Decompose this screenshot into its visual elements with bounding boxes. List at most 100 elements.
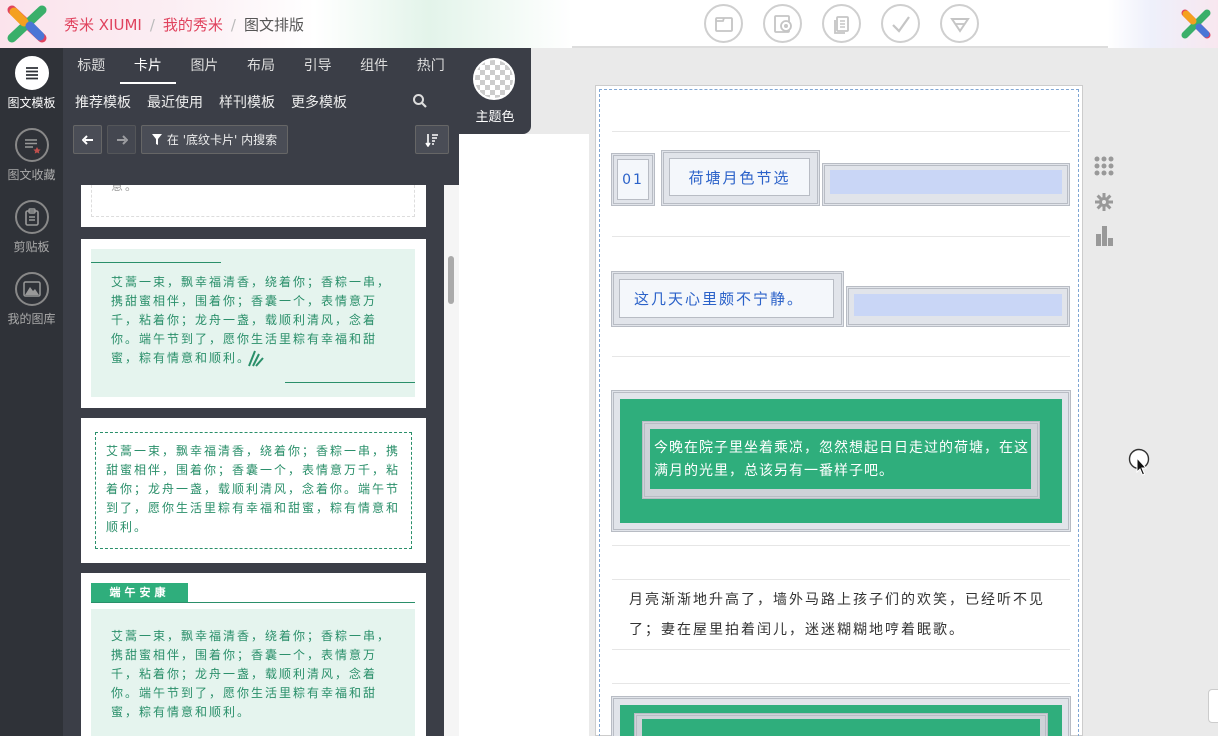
card-line [91, 602, 415, 603]
filter-search-button[interactable]: 在 '底纹卡片' 内搜索 [141, 125, 288, 154]
mouse-cursor-icon [1128, 448, 1150, 476]
back-button[interactable] [73, 125, 102, 154]
breadcrumb-separator: / [149, 15, 155, 34]
check-icon[interactable] [881, 4, 920, 43]
title-bar[interactable] [846, 286, 1070, 327]
breadcrumb-brand[interactable]: 秀米 XIUMI [64, 14, 142, 35]
number-box[interactable]: 01 [611, 153, 655, 206]
sort-button[interactable] [415, 125, 449, 154]
template-card-partial[interactable]: 意。 [81, 185, 426, 227]
tab-title[interactable]: 标题 [63, 48, 120, 84]
nav-item-favorites[interactable]: 图文收藏 [0, 128, 63, 183]
green-card-inner [642, 719, 1040, 736]
tab-card[interactable]: 卡片 [119, 48, 177, 84]
bar-chart-icon[interactable] [1096, 226, 1114, 246]
breadcrumb-my-xiumi[interactable]: 我的秀米 [163, 14, 223, 35]
card-text: 艾蒿一束，飘幸福清香，绕着你；香粽一串，携甜蜜相伴，围着你；香囊一个，表情意万千… [106, 444, 401, 534]
nav-item-label: 图文模板 [7, 96, 56, 110]
card-text: 艾蒿一束，飘幸福清香，绕着你；香粽一串，携甜蜜相伴，围着你；香囊一个，表情意万千… [111, 629, 392, 719]
subtab-more[interactable]: 更多模板 [291, 92, 347, 112]
sort-icon [425, 133, 438, 147]
nav-item-label: 我的图库 [7, 312, 56, 326]
preview-icon[interactable] [763, 4, 802, 43]
checker-icon [473, 58, 515, 100]
arrow-right-icon [116, 134, 128, 145]
nav-item-clipboard[interactable]: 剪贴板 [0, 200, 63, 255]
card-line [285, 382, 415, 383]
grass-icon [248, 350, 264, 367]
paragraph[interactable]: 月亮渐渐地升高了，墙外马路上孩子们的欢笑，已经听不见了；妻在屋里拍着闰儿，迷迷糊… [629, 585, 1057, 645]
xiumi-logo-small-icon[interactable] [1180, 8, 1212, 40]
breadcrumb-current: 图文排版 [243, 16, 304, 34]
nav-item-label: 图文收藏 [7, 168, 56, 182]
search-icon[interactable] [412, 93, 428, 109]
divider [612, 683, 1070, 684]
green-card[interactable] [611, 696, 1071, 736]
title-text: 荷塘月色节选 [688, 169, 791, 187]
breadcrumb: 秀米 XIUMI / 我的秀米 / 图文排版 [64, 14, 304, 35]
subtab-magazine[interactable]: 样刊模板 [219, 92, 275, 112]
nav-item-label: 剪贴板 [13, 240, 50, 254]
image-icon [14, 272, 49, 306]
theme-color-button[interactable]: 主题色 [459, 48, 531, 134]
tab-guide[interactable]: 引导 [289, 48, 346, 84]
title-box[interactable]: 这几天心里颇不宁静。 [611, 271, 844, 327]
folder-icon[interactable] [704, 4, 743, 43]
template-card[interactable]: 端午安康 艾蒿一束，飘幸福清香，绕着你；香粽一串，携甜蜜相伴，围着你；香囊一个，… [81, 573, 426, 736]
divider [612, 649, 1070, 650]
xiumi-logo-icon[interactable] [6, 4, 48, 44]
green-card[interactable]: 今晚在院子里坐着乘凉，忽然想起日日走过的荷塘，在这满月的光里，总该另有一番样子吧… [611, 390, 1071, 532]
title-tag-text: 端午安康 [109, 586, 170, 599]
number-text: 01 [622, 172, 644, 188]
panel-scrollbar-thumb[interactable] [448, 256, 454, 304]
divider [612, 579, 1070, 580]
template-list: 意。 艾蒿一束，飘幸福清香，绕着你；香粽一串，携甜蜜相伴，围着你；香囊一个，表情… [63, 185, 459, 736]
template-panel: 标题 卡片 图片 布局 引导 组件 热门 推荐模板 最近使用 样刊模板 更多模板… [63, 48, 459, 736]
clipboard-icon [14, 200, 49, 234]
editor-canvas[interactable]: 01 荷塘月色节选 这几天心里颇不宁静。 今晚在院子里坐着乘凉，忽然想起日日走过… [595, 85, 1083, 736]
theme-color-label: 主题色 [475, 110, 515, 125]
number-inner: 01 [617, 159, 649, 200]
subtab-recommended[interactable]: 推荐模板 [75, 92, 131, 112]
title-bar[interactable] [822, 163, 1070, 206]
title-inner: 荷塘月色节选 [669, 158, 810, 196]
arrow-left-icon [81, 134, 93, 145]
download-icon[interactable] [940, 4, 979, 43]
title-text: 这几天心里颇不宁静。 [634, 290, 805, 308]
nav-item-gallery[interactable]: 我的图库 [0, 272, 63, 327]
top-bar: 秀米 XIUMI / 我的秀米 / 图文排版 [0, 0, 1218, 48]
sub-tabs: 推荐模板 最近使用 样刊模板 更多模板 [75, 92, 347, 112]
template-card[interactable]: 艾蒿一束，飘幸福清香，绕着你；香粽一串，携甜蜜相伴，围着你；香囊一个，表情意万千… [81, 239, 426, 408]
divider [612, 545, 1070, 546]
nav-item-templates[interactable]: 图文模板 [0, 56, 63, 111]
left-nav: 图文模板 图文收藏 剪贴板 我的图库 [0, 48, 63, 736]
divider [612, 236, 1070, 237]
copy-icon[interactable] [822, 4, 861, 43]
edge-tab[interactable] [1208, 689, 1218, 723]
title-box[interactable]: 荷塘月色节选 [661, 150, 820, 206]
tab-component[interactable]: 组件 [346, 48, 403, 84]
template-card[interactable]: 艾蒿一束，飘幸福清香，绕着你；香粽一串，携甜蜜相伴，围着你；香囊一个，表情意万千… [81, 418, 426, 563]
card-line [91, 262, 221, 263]
tab-image[interactable]: 图片 [176, 48, 233, 84]
divider [612, 356, 1070, 357]
forward-button[interactable] [107, 125, 136, 154]
green-card-text: 今晚在院子里坐着乘凉，忽然想起日日走过的荷塘，在这满月的光里，总该另有一番样子吧… [654, 440, 1029, 479]
toolbar-icons [704, 4, 979, 43]
tab-popular[interactable]: 热门 [402, 48, 459, 84]
grid-icon[interactable] [1094, 156, 1114, 176]
card-text: 意。 [111, 185, 140, 193]
category-tabs: 标题 卡片 图片 布局 引导 组件 热门 [63, 48, 459, 84]
tab-layout[interactable]: 布局 [233, 48, 290, 84]
editor-content-area: 01 荷塘月色节选 这几天心里颇不宁静。 今晚在院子里坐着乘凉，忽然想起日日走过… [599, 89, 1079, 736]
title-bar-fill [854, 294, 1062, 316]
card-border [91, 185, 415, 217]
list-icon [14, 56, 49, 90]
filter-label: 在 '底纹卡片' 内搜索 [166, 133, 278, 147]
gear-icon[interactable] [1095, 193, 1113, 211]
panel-edge [459, 134, 589, 736]
divider [612, 131, 1070, 132]
filter-icon [151, 134, 162, 145]
subtab-recent[interactable]: 最近使用 [147, 92, 203, 112]
breadcrumb-separator: / [230, 15, 236, 34]
